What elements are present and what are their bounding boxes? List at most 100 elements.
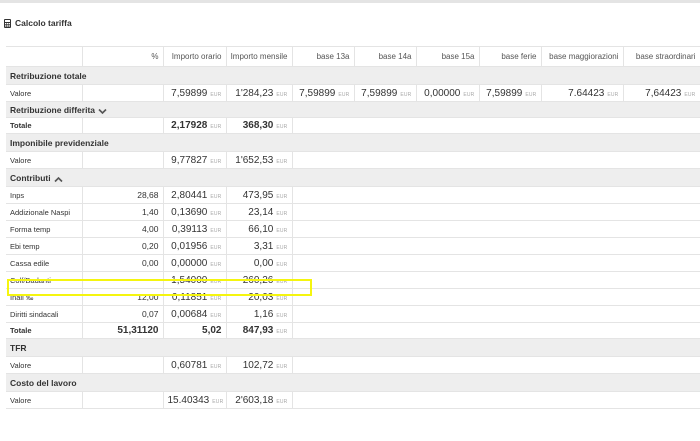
section-retribuzione-totale: Retribuzione totale xyxy=(6,66,700,85)
contributi-row: Addizionale Naspi 1,40 0,13690 EUR 23,14 EUR xyxy=(6,203,700,221)
section-tfr: TFR xyxy=(6,338,700,357)
importo-orario-cell: 0,11851 EUR xyxy=(163,288,227,306)
row-label: Totale xyxy=(6,117,83,134)
importo-mensile-cell: 3,31 EUR xyxy=(226,237,293,255)
importo-mensile-cell: 1'284,23 EUR xyxy=(226,84,293,102)
base-straordinari-cell: 7,64423 EUR xyxy=(623,84,700,102)
section-retribuzione-differita[interactable]: Retribuzione differita xyxy=(6,101,700,118)
section-title: Contributi xyxy=(10,172,51,183)
col-base-14a: base 14a xyxy=(354,46,417,67)
col-importo-mensile: Importo mensile xyxy=(226,46,293,67)
importo-mensile-cell: 20,03 EUR xyxy=(226,288,293,306)
row-label: Inail ‰ xyxy=(6,288,83,306)
col-importo-orario: Importo orario xyxy=(163,46,227,67)
section-title: TFR xyxy=(6,338,700,357)
section-title: Retribuzione differita xyxy=(10,104,96,115)
contributi-rows: Inps 28,68 2,80441 EUR 473,95 EUR Addizionale … xyxy=(6,186,700,323)
col-label xyxy=(6,46,83,67)
importo-orario-cell: 15.40343 EUR xyxy=(163,391,227,409)
chevron-up-icon[interactable] xyxy=(54,175,63,182)
percent-cell: 12,00 xyxy=(82,288,164,306)
table-row: Valore 7,59899 EUR 1'284,23 EUR 7,59899 EUR… xyxy=(6,84,700,102)
percent-cell: 28,68 xyxy=(82,186,164,204)
row-label: Addizionale Naspi xyxy=(6,203,83,221)
contributi-row: Inail ‰ 12,00 0,11851 EUR 20,03 EUR xyxy=(6,288,700,306)
contributi-row: Colf/Badanti 1,54000 EUR 260,26 EUR xyxy=(6,271,700,289)
contributi-total-row: Totale 51,31120 5,02 847,93 EUR xyxy=(6,322,700,339)
section-title: Imponibile previdenziale xyxy=(6,133,700,152)
percent-cell: 4,00 xyxy=(82,220,164,238)
section-imponibile-previdenziale: Imponibile previdenziale xyxy=(6,133,700,152)
importo-mensile-cell: 260,26 EUR xyxy=(226,271,293,289)
importo-mensile-cell: 368,30 EUR xyxy=(226,117,293,134)
percent-cell: 1,40 xyxy=(82,203,164,221)
contributi-row: Inps 28,68 2,80441 EUR 473,95 EUR xyxy=(6,186,700,204)
importo-mensile-cell: 66,10 EUR xyxy=(226,220,293,238)
importo-orario-cell: 5,02 xyxy=(163,322,227,339)
importo-mensile-cell: 2'603,18 EUR xyxy=(226,391,293,409)
row-label: Forma temp xyxy=(6,220,83,238)
percent-cell xyxy=(82,84,164,102)
section-title: Retribuzione totale xyxy=(6,66,700,85)
percent-cell: 0,00 xyxy=(82,254,164,272)
table-row: Valore 9,77827 EUR 1'652,53 EUR xyxy=(6,151,700,169)
importo-orario-cell: 0,39113 EUR xyxy=(163,220,227,238)
top-border xyxy=(0,0,700,3)
base-maggiorazioni-cell: 7.64423 EUR xyxy=(541,84,624,102)
base-ferie-cell: 7,59899 EUR xyxy=(479,84,542,102)
section-contributi[interactable]: Contributi xyxy=(6,168,700,187)
row-label: Valore xyxy=(6,151,83,169)
base-15a-cell: 0,00000 EUR xyxy=(416,84,480,102)
percent-cell: 51,31120 xyxy=(82,322,164,339)
base-14a-cell: 7,59899 EUR xyxy=(354,84,417,102)
importo-orario-cell: 2,80441 EUR xyxy=(163,186,227,204)
importo-mensile-cell: 1'652,53 EUR xyxy=(226,151,293,169)
importo-orario-cell: 0,13690 EUR xyxy=(163,203,227,221)
importo-mensile-cell: 23,14 EUR xyxy=(226,203,293,221)
importo-orario-cell: 0,60781 EUR xyxy=(163,356,227,374)
importo-orario-cell: 1,54000 EUR xyxy=(163,271,227,289)
section-costo-del-lavoro: Costo del lavoro xyxy=(6,373,700,392)
chevron-down-icon[interactable] xyxy=(98,107,107,114)
importo-orario-cell: 0,00684 EUR xyxy=(163,305,227,323)
importo-orario-cell: 7,59899 EUR xyxy=(163,84,227,102)
row-label: Valore xyxy=(6,84,83,102)
contributi-row: Forma temp 4,00 0,39113 EUR 66,10 EUR xyxy=(6,220,700,238)
col-base-ferie: base ferie xyxy=(479,46,542,67)
col-base-straordinari: base straordinari xyxy=(623,46,700,67)
row-label: Ebi temp xyxy=(6,237,83,255)
table-row: Totale 2,17928 EUR 368,30 EUR xyxy=(6,117,700,134)
row-label: Inps xyxy=(6,186,83,204)
importo-mensile-cell: 847,93 EUR xyxy=(226,322,293,339)
percent-cell xyxy=(82,271,164,289)
importo-orario-cell: 9,77827 EUR xyxy=(163,151,227,169)
importo-mensile-cell: 0,00 EUR xyxy=(226,254,293,272)
contributi-row: Ebi temp 0,20 0,01956 EUR 3,31 EUR xyxy=(6,237,700,255)
importo-mensile-cell: 473,95 EUR xyxy=(226,186,293,204)
row-label: Valore xyxy=(6,356,83,374)
panel-header: Calcolo tariffa xyxy=(4,17,72,29)
row-label: Totale xyxy=(6,322,83,339)
col-base-15a: base 15a xyxy=(416,46,480,67)
col-percent: % xyxy=(82,46,164,67)
page-title: Calcolo tariffa xyxy=(15,18,72,28)
row-label: Valore xyxy=(6,391,83,409)
importo-orario-cell: 0,01956 EUR xyxy=(163,237,227,255)
col-base-13a: base 13a xyxy=(292,46,355,67)
importo-mensile-cell: 1,16 EUR xyxy=(226,305,293,323)
importo-orario-cell: 2,17928 EUR xyxy=(163,117,227,134)
tariff-table: % Importo orario Importo mensile base 13… xyxy=(6,46,700,409)
calculator-icon xyxy=(4,18,11,28)
importo-mensile-cell: 102,72 EUR xyxy=(226,356,293,374)
section-title: Costo del lavoro xyxy=(6,373,700,392)
percent-cell: 0,07 xyxy=(82,305,164,323)
row-label: Cassa edile xyxy=(6,254,83,272)
table-row: Valore 0,60781 EUR 102,72 EUR xyxy=(6,356,700,374)
column-header-row: % Importo orario Importo mensile base 13… xyxy=(6,46,700,67)
contributi-row: Cassa edile 0,00 0,00000 EUR 0,00 EUR xyxy=(6,254,700,272)
base-13a-cell: 7,59899 EUR xyxy=(292,84,355,102)
contributi-row: Diritti sindacali 0,07 0,00684 EUR 1,16 EUR xyxy=(6,305,700,323)
importo-orario-cell: 0,00000 EUR xyxy=(163,254,227,272)
row-label: Diritti sindacali xyxy=(6,305,83,323)
row-label: Colf/Badanti xyxy=(6,271,83,289)
